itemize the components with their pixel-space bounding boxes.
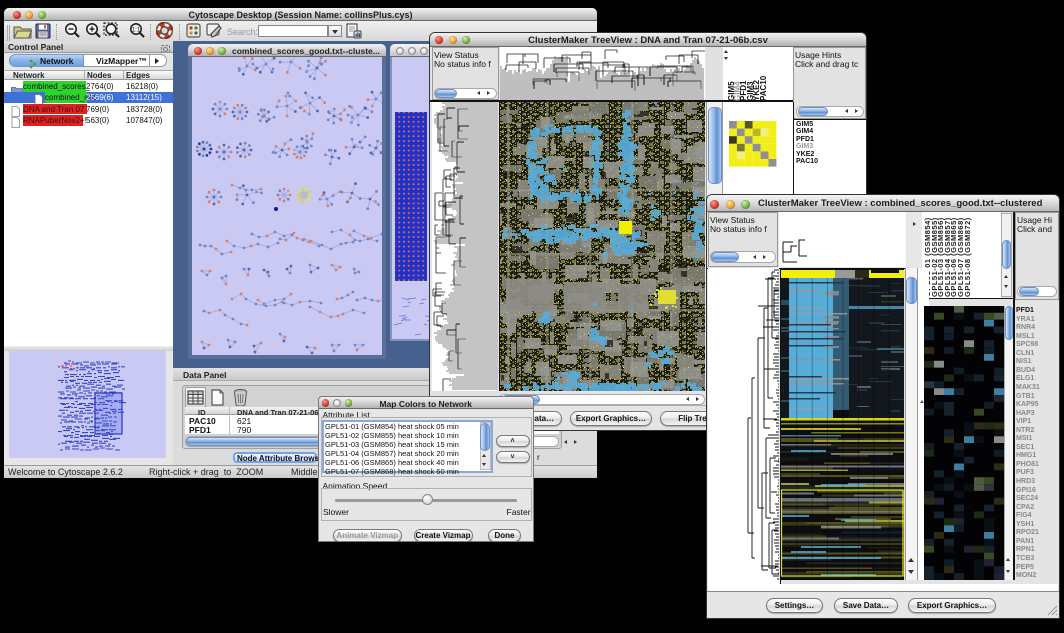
svg-text:1:1: 1:1 xyxy=(132,28,141,34)
